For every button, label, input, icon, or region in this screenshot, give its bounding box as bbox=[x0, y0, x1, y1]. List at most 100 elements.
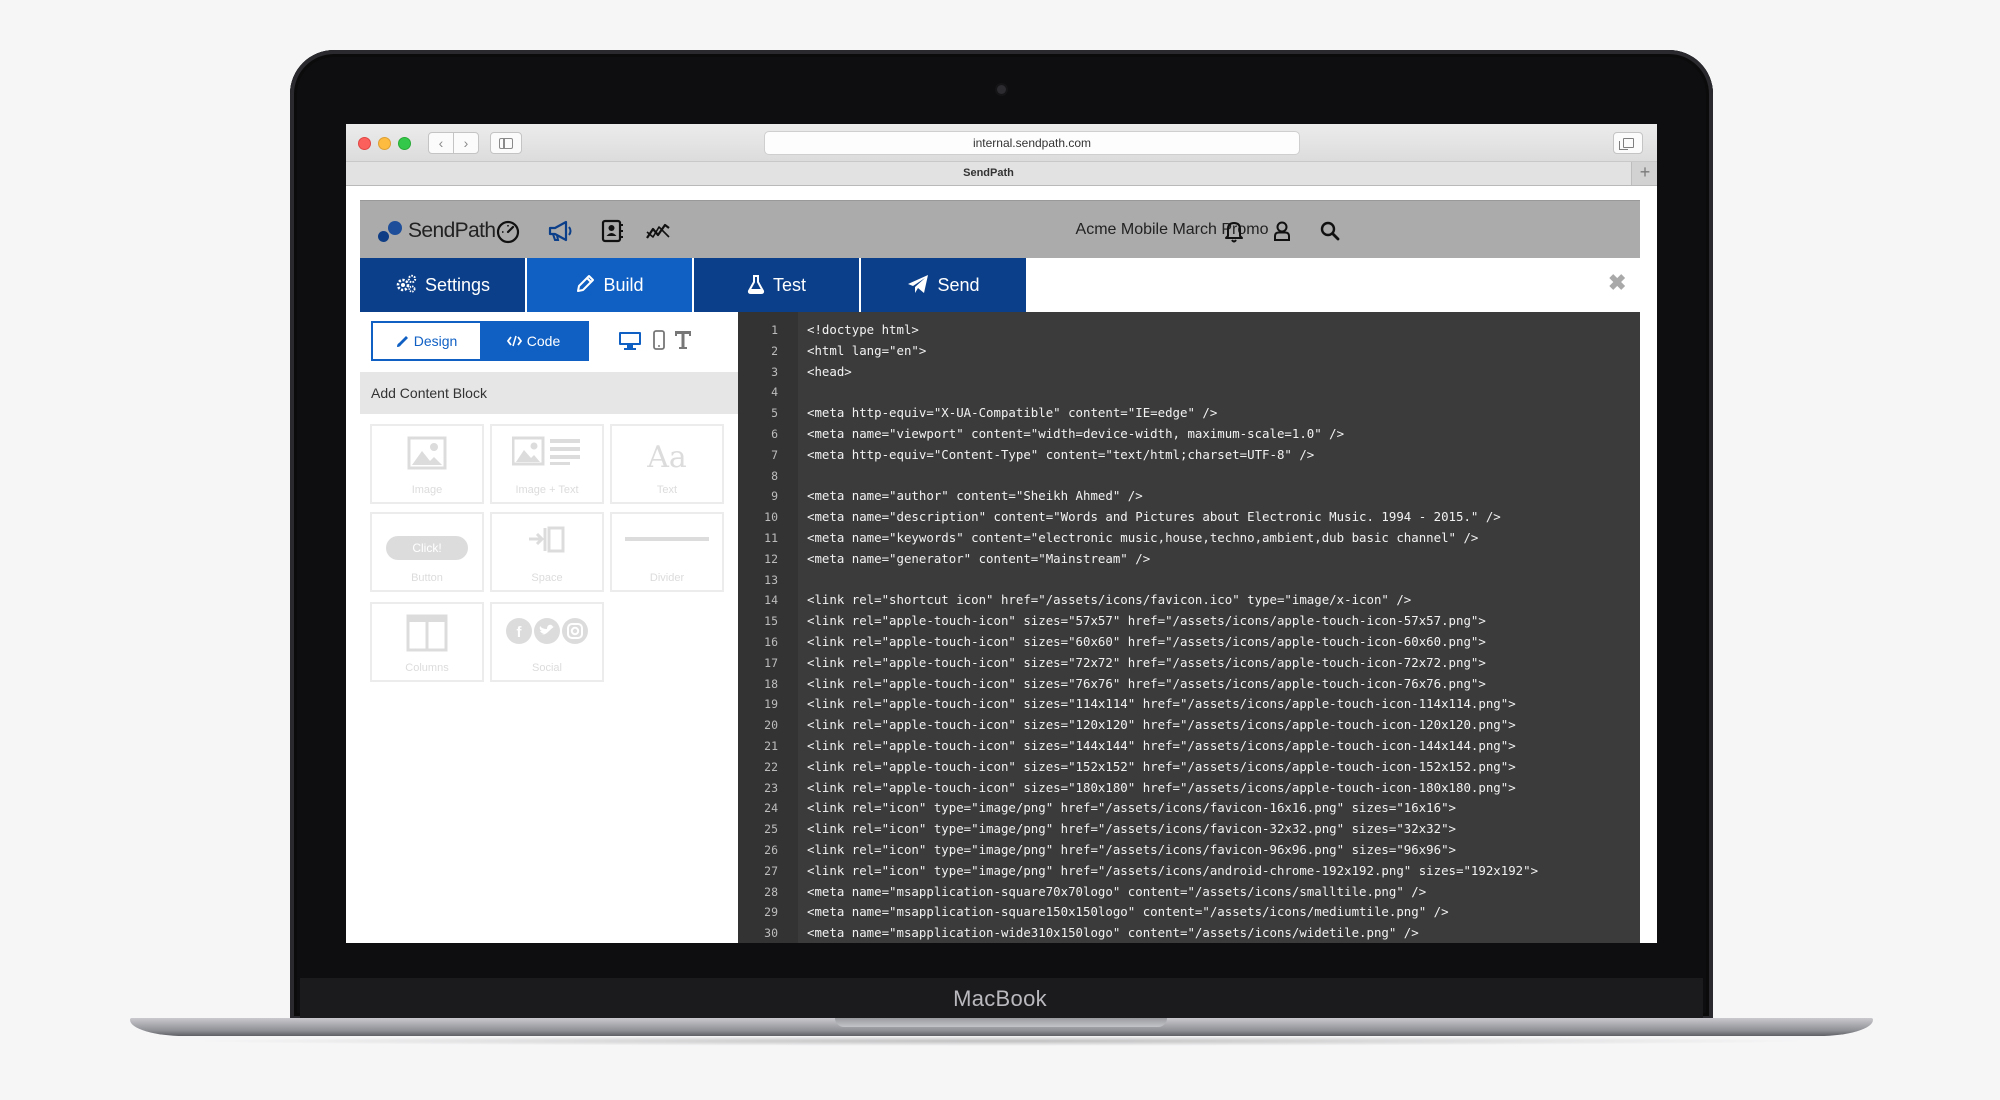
image-text-block[interactable]: Image + Text bbox=[490, 424, 604, 504]
dashboard-gauge-icon[interactable] bbox=[494, 217, 522, 245]
forward-button[interactable]: › bbox=[453, 132, 479, 154]
bell-icon[interactable] bbox=[1220, 217, 1248, 245]
line-number: 20 bbox=[764, 718, 778, 733]
back-button[interactable]: ‹ bbox=[428, 132, 454, 154]
chevron-right-icon: › bbox=[463, 135, 469, 151]
code-line[interactable]: 13 bbox=[738, 570, 1640, 591]
line-number: 28 bbox=[764, 884, 778, 899]
divider-block[interactable]: Divider bbox=[610, 512, 724, 592]
code-text: <meta name="generator" content="Mainstre… bbox=[807, 550, 1151, 566]
code-text: <link rel="apple-touch-icon" sizes="72x7… bbox=[807, 654, 1486, 670]
laptop-shadow bbox=[180, 1036, 1823, 1046]
columns-block-label: Columns bbox=[405, 662, 449, 674]
close-window-button[interactable] bbox=[358, 137, 371, 150]
code-line[interactable]: 3 <head> bbox=[738, 362, 1640, 383]
image-block-label: Image bbox=[411, 484, 443, 496]
code-line[interactable]: 6 <meta name="viewport" content="width=de… bbox=[738, 424, 1640, 445]
code-text: <head> bbox=[807, 363, 852, 379]
close-editor-button[interactable]: ✖ bbox=[1608, 270, 1626, 296]
code-line[interactable]: 9 <meta name="author" content="Sheikh Ahm… bbox=[738, 486, 1640, 507]
code-brackets-icon bbox=[506, 336, 522, 347]
address-bar[interactable]: internal.sendpath.com bbox=[764, 131, 1300, 155]
text-format-icon[interactable] bbox=[674, 330, 692, 350]
code-line[interactable]: 26 <link rel="icon" type="image/png" href… bbox=[738, 840, 1640, 861]
image-block[interactable]: Image bbox=[370, 424, 484, 504]
divider-icon bbox=[625, 537, 709, 541]
add-content-block-heading: Add Content Block bbox=[360, 372, 738, 414]
campaign-title: Acme Mobile March Promo bbox=[1075, 221, 1269, 238]
code-line[interactable]: 14 <link rel="shortcut icon" href="/asset… bbox=[738, 590, 1640, 611]
design-mode-button[interactable]: Design bbox=[373, 323, 480, 359]
line-number: 13 bbox=[764, 572, 778, 587]
code-line[interactable]: 4 bbox=[738, 382, 1640, 403]
tab-settings[interactable]: Settings bbox=[360, 258, 525, 312]
code-line[interactable]: 22 <link rel="apple-touch-icon" sizes="15… bbox=[738, 757, 1640, 778]
social-icons-icon: f bbox=[506, 618, 588, 644]
tab-test-label: Test bbox=[772, 275, 806, 295]
line-number: 15 bbox=[764, 614, 778, 629]
search-icon[interactable] bbox=[1316, 217, 1344, 245]
code-line[interactable]: 23 <link rel="apple-touch-icon" sizes="18… bbox=[738, 778, 1640, 799]
code-line[interactable]: 18 <link rel="apple-touch-icon" sizes="76… bbox=[738, 674, 1640, 695]
laptop-notch bbox=[835, 1018, 1167, 1027]
code-line[interactable]: 8 bbox=[738, 466, 1640, 487]
code-line[interactable]: 2 <html lang="en"> bbox=[738, 341, 1640, 362]
tab-send[interactable]: Send bbox=[861, 258, 1026, 312]
contacts-book-icon[interactable] bbox=[598, 217, 626, 245]
code-line[interactable]: 30 <meta name="msapplication-wide310x150l… bbox=[738, 923, 1640, 943]
zoom-window-button[interactable] bbox=[398, 137, 411, 150]
code-line[interactable]: 16 <link rel="apple-touch-icon" sizes="60… bbox=[738, 632, 1640, 653]
code-line[interactable]: 19 <link rel="apple-touch-icon" sizes="11… bbox=[738, 694, 1640, 715]
code-line[interactable]: 24 <link rel="icon" type="image/png" href… bbox=[738, 798, 1640, 819]
sidebar-toggle-button[interactable] bbox=[490, 132, 522, 154]
code-line[interactable]: 28 <meta name="msapplication-square70x70l… bbox=[738, 882, 1640, 903]
code-line[interactable]: 11 <meta name="keywords" content="electro… bbox=[738, 528, 1640, 549]
code-text: <html lang="en"> bbox=[807, 342, 927, 358]
show-tabs-button[interactable] bbox=[1613, 132, 1643, 154]
tab-test[interactable]: Test bbox=[694, 258, 859, 312]
code-text: <link rel="icon" type="image/png" href="… bbox=[807, 800, 1457, 816]
code-text: <meta name="keywords" content="electroni… bbox=[807, 529, 1479, 545]
button-sample-icon: Click! bbox=[386, 536, 468, 560]
space-block[interactable]: Space bbox=[490, 512, 604, 592]
code-line[interactable]: 27 <link rel="icon" type="image/png" href… bbox=[738, 861, 1640, 882]
code-text: <link rel="apple-touch-icon" sizes="57x5… bbox=[807, 613, 1486, 629]
megaphone-icon[interactable] bbox=[546, 217, 574, 245]
browser-tab[interactable]: SendPath bbox=[346, 162, 1632, 185]
line-number: 17 bbox=[764, 655, 778, 670]
code-line[interactable]: 7 <meta http-equiv="Content-Type" content… bbox=[738, 445, 1640, 466]
analytics-trend-icon[interactable] bbox=[644, 217, 672, 245]
line-number: 11 bbox=[764, 530, 778, 545]
line-number: 19 bbox=[764, 697, 778, 712]
tab-build[interactable]: Build bbox=[527, 258, 692, 312]
code-line[interactable]: 15 <link rel="apple-touch-icon" sizes="57… bbox=[738, 611, 1640, 632]
code-line[interactable]: 12 <meta name="generator" content="Mainst… bbox=[738, 549, 1640, 570]
code-line[interactable]: 1 <!doctype html> bbox=[738, 320, 1640, 341]
code-text: <link rel="apple-touch-icon" sizes="180x… bbox=[807, 779, 1516, 795]
mobile-preview-icon[interactable] bbox=[652, 330, 666, 350]
user-icon[interactable] bbox=[1268, 217, 1296, 245]
flask-icon bbox=[747, 275, 765, 295]
code-editor[interactable]: 1 <!doctype html> 2 <html lang="en"> 3 <head>… bbox=[738, 312, 1640, 943]
code-mode-button[interactable]: Code bbox=[480, 323, 587, 359]
desktop-preview-icon[interactable] bbox=[618, 330, 642, 350]
code-line[interactable]: 20 <link rel="apple-touch-icon" sizes="12… bbox=[738, 715, 1640, 736]
columns-icon bbox=[406, 614, 448, 652]
logo-mark bbox=[378, 221, 404, 243]
code-line[interactable]: 25 <link rel="icon" type="image/png" href… bbox=[738, 819, 1640, 840]
code-line[interactable]: 5 <meta http-equiv="X-UA-Compatible" cont… bbox=[738, 403, 1640, 424]
code-line[interactable]: 29 <meta name="msapplication-square150x15… bbox=[738, 902, 1640, 923]
line-number: 30 bbox=[764, 926, 778, 941]
columns-block[interactable]: Columns bbox=[370, 602, 484, 682]
minimize-window-button[interactable] bbox=[378, 137, 391, 150]
code-line[interactable]: 10 <meta name="description" content="Word… bbox=[738, 507, 1640, 528]
code-line[interactable]: 17 <link rel="apple-touch-icon" sizes="72… bbox=[738, 653, 1640, 674]
text-block[interactable]: Aa Text bbox=[610, 424, 724, 504]
text-sample-icon: Aa bbox=[647, 440, 687, 475]
code-text: <link rel="apple-touch-icon" sizes="76x7… bbox=[807, 675, 1486, 691]
new-tab-button[interactable]: + bbox=[1633, 162, 1657, 185]
code-text: <link rel="shortcut icon" href="/assets/… bbox=[807, 592, 1412, 608]
code-line[interactable]: 21 <link rel="apple-touch-icon" sizes="14… bbox=[738, 736, 1640, 757]
button-block[interactable]: Click! Button bbox=[370, 512, 484, 592]
social-block[interactable]: f Social bbox=[490, 602, 604, 682]
